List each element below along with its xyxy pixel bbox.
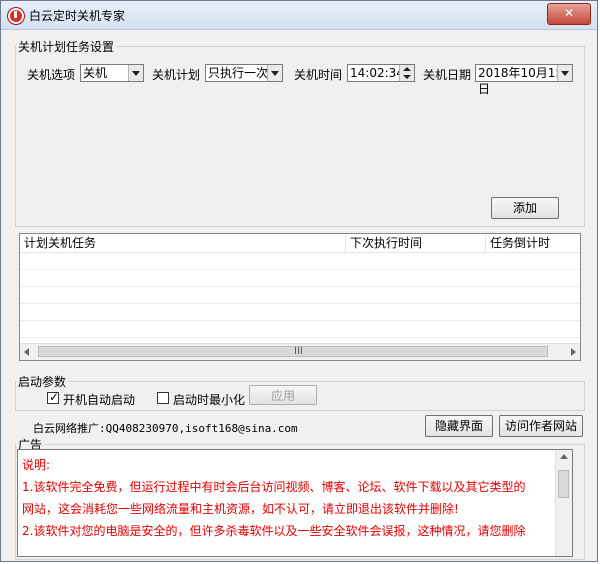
minimize-checkbox[interactable] <box>157 392 169 404</box>
table-row <box>20 287 580 304</box>
close-button[interactable]: ✕ <box>547 3 591 25</box>
scroll-right-icon[interactable] <box>571 348 576 356</box>
chevron-down-icon[interactable] <box>128 65 143 81</box>
ad-text: 说明: 1.该软件完全免费，但运行过程中有时会后台访问视频、博客、论坛、软件下载… <box>22 454 554 542</box>
ad-textbox[interactable]: 说明: 1.该软件完全免费，但运行过程中有时会后台访问视频、博客、论坛、软件下载… <box>17 449 573 557</box>
auto-start-label[interactable]: 开机自动启动 <box>63 391 135 408</box>
plan-select[interactable]: 只执行一次 <box>205 64 283 82</box>
column-header-next-run[interactable]: 下次执行时间 <box>346 234 486 252</box>
app-window: 白云定时关机专家 ✕ 关机计划任务设置 关机选项 关机 关机计划 只执行一次 关… <box>0 0 598 562</box>
scroll-up-icon[interactable] <box>560 454 568 459</box>
ad-line: 网站，这会消耗您一些网络流量和主机资源，如不认可，请立即退出该软件并删除! <box>22 502 459 516</box>
apply-button[interactable]: 应用 <box>249 385 317 405</box>
time-spinner[interactable]: 14:02:34 <box>347 64 415 82</box>
spin-down-icon[interactable] <box>403 75 411 79</box>
table-row <box>20 270 580 287</box>
task-table-header: 计划关机任务 下次执行时间 任务倒计时 <box>20 234 580 253</box>
time-spin-buttons[interactable] <box>399 65 414 81</box>
plan-label: 关机计划 <box>152 68 201 82</box>
task-table[interactable]: 计划关机任务 下次执行时间 任务倒计时 III <box>19 233 581 361</box>
spin-up-icon[interactable] <box>403 67 411 71</box>
add-button[interactable]: 添加 <box>491 197 559 219</box>
date-label: 关机日期 <box>423 68 472 82</box>
option-label: 关机选项 <box>27 68 76 82</box>
title-bar[interactable]: 白云定时关机专家 ✕ <box>1 1 597 30</box>
scroll-thumb[interactable]: III <box>38 346 548 357</box>
table-row <box>20 253 580 270</box>
column-header-task[interactable]: 计划关机任务 <box>20 234 346 252</box>
scroll-left-icon[interactable] <box>24 348 29 356</box>
column-header-countdown[interactable]: 任务倒计时 <box>486 234 580 252</box>
window-title: 白云定时关机专家 <box>29 9 126 23</box>
schedule-group-title: 关机计划任务设置 <box>18 40 115 54</box>
option-select[interactable]: 关机 <box>80 64 144 82</box>
date-picker[interactable]: 2018年10月15日 <box>475 64 573 96</box>
time-value: 14:02:34 <box>350 66 404 80</box>
ad-line: 2.该软件对您的电脑是安全的，但许多杀毒软件以及一些安全软件会误报，这种情况，请… <box>22 524 526 538</box>
table-row <box>20 321 580 338</box>
chevron-down-icon[interactable] <box>267 65 282 81</box>
horizontal-scrollbar[interactable]: III <box>20 343 580 360</box>
scroll-thumb[interactable] <box>558 470 569 498</box>
time-label: 关机时间 <box>294 68 343 82</box>
minimize-label[interactable]: 启动时最小化 <box>173 391 245 408</box>
scroll-grip: III <box>294 346 303 357</box>
ad-line: 1.该软件完全免费，但运行过程中有时会后台访问视频、博客、论坛、软件下载以及其它… <box>22 480 526 494</box>
plan-select-value: 只执行一次 <box>208 66 269 80</box>
chevron-down-icon[interactable] <box>557 65 572 81</box>
power-icon <box>7 7 25 25</box>
visit-author-site-button[interactable]: 访问作者网站 <box>499 415 583 437</box>
startup-group-title: 启动参数 <box>18 375 67 389</box>
vertical-scrollbar[interactable] <box>555 450 572 556</box>
option-select-value: 关机 <box>83 66 108 80</box>
table-row <box>20 304 580 321</box>
hide-window-button[interactable]: 隐藏界面 <box>425 415 493 437</box>
ad-line: 说明: <box>22 458 51 472</box>
promo-text: 白云网络推广:QQ408230970,isoft168@sina.com <box>33 422 298 435</box>
auto-start-checkbox[interactable] <box>47 390 59 404</box>
